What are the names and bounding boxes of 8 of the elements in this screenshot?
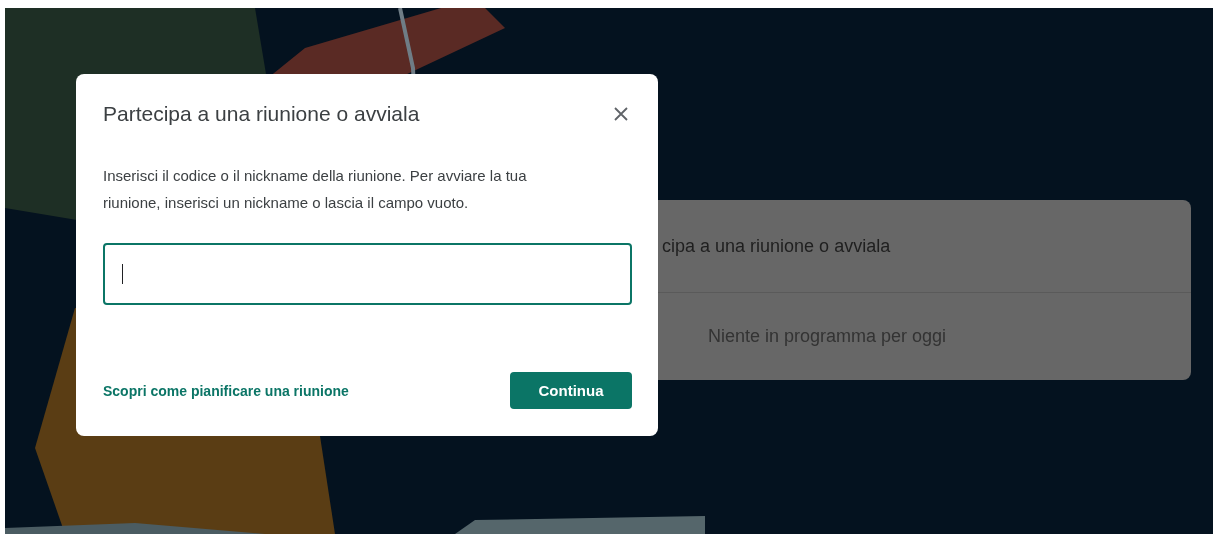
continue-button[interactable]: Continua	[510, 372, 632, 409]
dialog-description: Inserisci il codice o il nickname della riunione. Per avviare la tua riunione, inserisci un nickname o lascia il campo vuoto.	[103, 166, 528, 213]
text-cursor	[122, 264, 123, 284]
close-icon[interactable]	[613, 106, 629, 122]
card-title[interactable]: cipa a una riunione o avviala	[662, 235, 891, 257]
dialog-title: Partecipa a una riunione o avviala	[103, 102, 420, 126]
meeting-code-field[interactable]	[103, 243, 632, 305]
schedule-link[interactable]: Scopri come pianificare una riunione	[103, 382, 349, 399]
